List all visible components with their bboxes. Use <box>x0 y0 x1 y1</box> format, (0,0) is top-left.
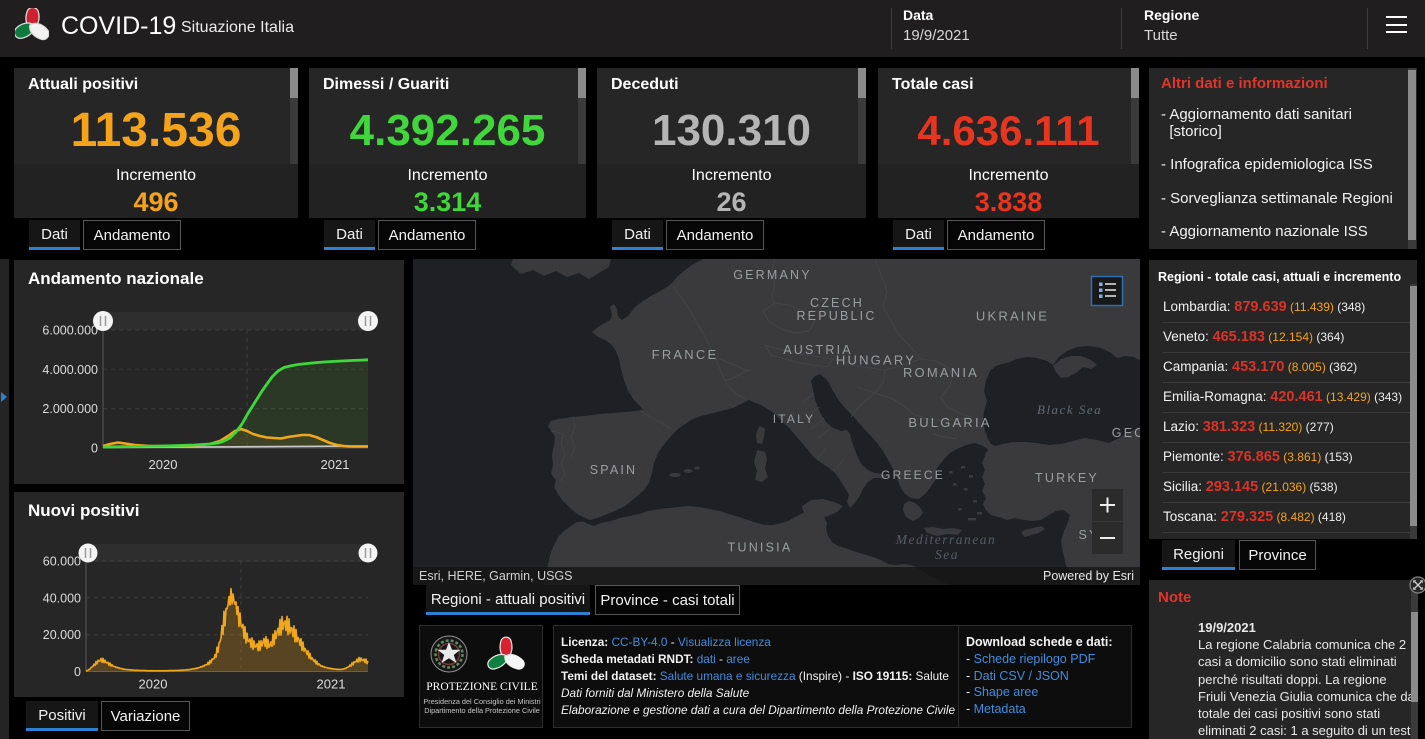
svg-text:60.000: 60.000 <box>43 555 81 569</box>
svg-text:BULGARIA: BULGARIA <box>908 415 991 430</box>
svg-text:20.000: 20.000 <box>43 628 81 642</box>
svg-text:FRANCE: FRANCE <box>652 347 719 362</box>
svg-text:4.000.000: 4.000.000 <box>42 363 98 377</box>
svg-text:2020: 2020 <box>149 457 178 472</box>
svg-text:GREECE: GREECE <box>881 468 945 482</box>
svg-text:TUNISIA: TUNISIA <box>728 541 793 555</box>
svg-text:6.000.000: 6.000.000 <box>42 324 98 338</box>
svg-text:2.000.000: 2.000.000 <box>42 402 98 416</box>
svg-text:GERMANY: GERMANY <box>733 268 812 282</box>
svg-text:TURKEY: TURKEY <box>1035 471 1099 485</box>
svg-text:0: 0 <box>74 665 81 679</box>
svg-text:2021: 2021 <box>321 457 350 472</box>
svg-text:SPAIN: SPAIN <box>590 463 638 477</box>
svg-text:Esri, HERE, Garmin, USGS: Esri, HERE, Garmin, USGS <box>419 569 573 583</box>
svg-text:2020: 2020 <box>139 677 168 692</box>
svg-text:REPUBLIC: REPUBLIC <box>796 309 876 323</box>
svg-text:Sea: Sea <box>935 547 959 562</box>
svg-text:0: 0 <box>91 442 98 456</box>
svg-text:2021: 2021 <box>317 677 346 692</box>
svg-text:CZECH: CZECH <box>810 296 864 310</box>
svg-text:UKRAINE: UKRAINE <box>976 309 1049 324</box>
svg-text:Powered by Esri: Powered by Esri <box>1043 569 1134 583</box>
svg-text:ROMANIA: ROMANIA <box>903 365 979 380</box>
svg-text:40.000: 40.000 <box>43 591 81 605</box>
svg-text:ITALY: ITALY <box>773 412 816 426</box>
svg-text:Black Sea: Black Sea <box>1037 402 1102 417</box>
svg-text:GEO: GEO <box>1112 426 1140 440</box>
svg-text:Mediterranean: Mediterranean <box>895 532 996 547</box>
